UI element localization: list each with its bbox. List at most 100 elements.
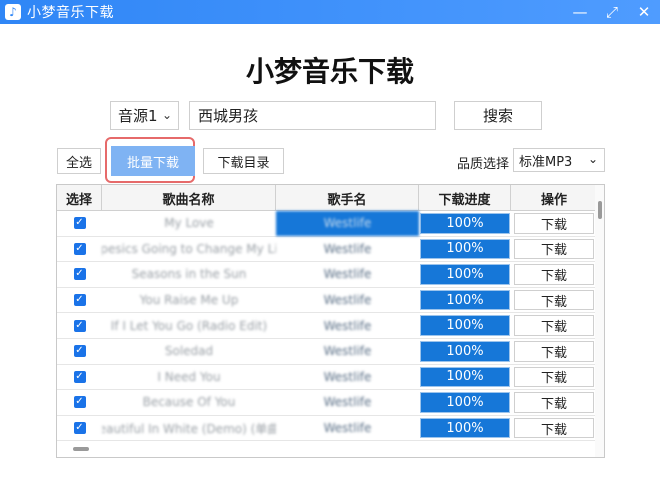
- song-name-cell: If I Let You Go (Radio Edit): [110, 318, 268, 333]
- artist-name-cell: Westlife: [323, 421, 372, 436]
- progress-cell: 100%: [419, 313, 511, 338]
- table-row: ✓ pesics Going to Change My Li Westlife 100…: [57, 237, 597, 263]
- download-button[interactable]: 下载: [514, 392, 594, 413]
- progress-cell: 100%: [419, 262, 511, 287]
- chevron-down-icon: ⌄: [587, 152, 598, 166]
- song-name-cell: Soledad: [164, 344, 214, 359]
- row-checkbox[interactable]: ✓: [73, 268, 86, 281]
- download-directory-button[interactable]: 下载目录: [203, 148, 284, 174]
- window-controls: — ⤢ ✕: [572, 0, 652, 24]
- action-cell: 下载: [511, 313, 597, 338]
- row-checkbox[interactable]: ✓: [73, 242, 86, 255]
- minimize-button[interactable]: —: [572, 4, 588, 20]
- action-cell: 下载: [511, 365, 597, 390]
- download-button[interactable]: 下载: [514, 417, 594, 439]
- artist-name-cell: Westlife: [323, 293, 372, 308]
- vertical-scrollbar[interactable]: [595, 185, 604, 457]
- column-header-progress: 下载进度: [419, 185, 511, 211]
- source-select-value: 音源1: [118, 107, 158, 125]
- artist-name-cell: Westlife: [323, 395, 372, 410]
- download-button[interactable]: 下载: [514, 289, 594, 311]
- action-cell: 下载: [511, 288, 597, 313]
- table-row: ✓ You Raise Me Up Westlife 100% 下载: [57, 288, 597, 314]
- row-checkbox[interactable]: ✓: [73, 345, 86, 358]
- quality-select-value: 标准MP3: [519, 154, 573, 170]
- artist-name-cell: Westlife: [323, 369, 372, 384]
- row-checkbox[interactable]: ✓: [73, 319, 86, 332]
- table-body: ✓ My Love Westlife 100% 下载 ✓ pesics Going to C…: [57, 211, 597, 442]
- quality-label: 品质选择: [457, 157, 510, 172]
- action-cell: 下载: [511, 339, 597, 364]
- source-select[interactable]: 音源1 ⌄: [110, 101, 179, 130]
- search-button[interactable]: 搜索: [454, 101, 542, 130]
- page-title: 小梦音乐下载: [245, 55, 414, 88]
- row-checkbox-cell: ✓: [57, 211, 102, 236]
- horizontal-scroll-thumb[interactable]: [73, 447, 89, 451]
- download-button[interactable]: 下载: [514, 315, 594, 336]
- artist-name-cell: Westlife: [323, 267, 372, 282]
- progress-cell: 100%: [419, 365, 511, 390]
- progress-bar: 100%: [420, 366, 510, 388]
- song-name-cell: eautiful In White (Demo) (单曲: [102, 421, 276, 436]
- chevron-down-icon: ⌄: [161, 108, 172, 122]
- row-checkbox-cell: ✓: [57, 288, 102, 313]
- song-name-cell: Because Of You: [142, 395, 236, 410]
- progress-bar: 100%: [420, 417, 510, 439]
- row-checkbox[interactable]: ✓: [73, 294, 86, 307]
- action-cell: 下载: [511, 416, 597, 441]
- row-checkbox-cell: ✓: [57, 365, 102, 390]
- progress-cell: 100%: [419, 416, 511, 441]
- artist-name-cell: Westlife: [323, 241, 372, 256]
- table-row: ✓ I Need You Westlife 100% 下载: [57, 365, 597, 391]
- download-button[interactable]: 下载: [514, 340, 594, 362]
- row-checkbox[interactable]: ✓: [73, 217, 86, 230]
- batch-download-button[interactable]: 批量下载: [111, 146, 195, 176]
- vertical-scroll-thumb[interactable]: [598, 201, 602, 219]
- download-button[interactable]: 下载: [514, 264, 594, 285]
- close-button[interactable]: ✕: [636, 4, 652, 20]
- table-header: 选择 歌曲名称 歌手名 下载进度 操作: [57, 185, 597, 211]
- table-row: ✓ My Love Westlife 100% 下载: [57, 211, 597, 237]
- table-row: ✓ Because Of You Westlife 100% 下载: [57, 390, 597, 416]
- music-note-icon: ♪: [5, 4, 21, 20]
- song-table: 选择 歌曲名称 歌手名 下载进度 操作 ✓ My Love Westlife 100%…: [56, 184, 605, 458]
- row-checkbox-cell: ✓: [57, 262, 102, 287]
- download-button[interactable]: 下载: [514, 238, 594, 260]
- table-row: ✓ Soledad Westlife 100% 下载: [57, 339, 597, 365]
- song-name-cell: I Need You: [157, 369, 221, 384]
- progress-bar: 100%: [420, 315, 510, 336]
- action-cell: 下载: [511, 211, 597, 236]
- table-row: ✓ Seasons in the Sun Westlife 100% 下载: [57, 262, 597, 288]
- select-all-button[interactable]: 全选: [57, 148, 101, 174]
- row-checkbox-cell: ✓: [57, 237, 102, 262]
- row-checkbox-cell: ✓: [57, 416, 102, 441]
- song-name-cell: Seasons in the Sun: [131, 267, 247, 282]
- progress-cell: 100%: [419, 339, 511, 364]
- window-title: 小梦音乐下载: [27, 5, 114, 21]
- row-checkbox-cell: ✓: [57, 390, 102, 415]
- column-header-artist: 歌手名: [276, 185, 419, 211]
- download-button[interactable]: 下载: [514, 366, 594, 388]
- progress-cell: 100%: [419, 211, 511, 236]
- maximize-button[interactable]: ⤢: [604, 4, 620, 20]
- progress-cell: 100%: [419, 237, 511, 262]
- row-checkbox[interactable]: ✓: [73, 422, 86, 435]
- action-cell: 下载: [511, 262, 597, 287]
- action-cell: 下载: [511, 237, 597, 262]
- song-name-cell: You Raise Me Up: [139, 293, 239, 308]
- song-name-cell: My Love: [164, 216, 214, 231]
- artist-name-cell: Westlife: [276, 211, 419, 236]
- column-header-select: 选择: [57, 185, 102, 211]
- search-input[interactable]: 西城男孩: [189, 101, 436, 130]
- row-checkbox[interactable]: ✓: [73, 370, 86, 383]
- row-checkbox[interactable]: ✓: [73, 396, 86, 409]
- progress-bar: 100%: [420, 289, 510, 311]
- title-bar: ♪ 小梦音乐下载 — ⤢ ✕: [0, 0, 660, 24]
- progress-bar: 100%: [420, 392, 510, 413]
- download-button[interactable]: 下载: [514, 213, 594, 234]
- progress-bar: 100%: [420, 213, 510, 234]
- progress-bar: 100%: [420, 340, 510, 362]
- progress-cell: 100%: [419, 390, 511, 415]
- quality-select[interactable]: 标准MP3 ⌄: [513, 148, 605, 172]
- table-row: ✓ If I Let You Go (Radio Edit) Westlife 100…: [57, 313, 597, 339]
